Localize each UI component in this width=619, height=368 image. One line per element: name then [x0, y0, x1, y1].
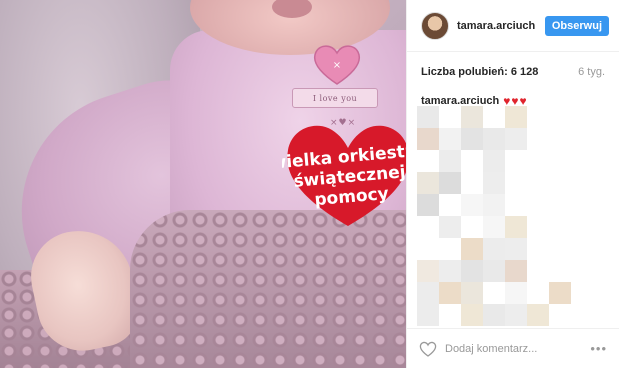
pixelated-comment-cell	[505, 106, 527, 128]
pixelated-comment-cell	[439, 150, 461, 172]
pixelated-comment-cell	[505, 238, 527, 260]
pixelated-comment-cell	[505, 260, 527, 282]
photo-knit-blanket	[130, 210, 406, 368]
pixelated-comment-cell	[461, 194, 483, 216]
pixelated-comment-cell	[417, 172, 439, 194]
pixelated-comment-cell	[461, 282, 483, 304]
svg-text:×: ×	[333, 60, 341, 71]
stats-row: Liczba polubień: 6 128 6 tyg.	[407, 52, 619, 78]
pixelated-comment-cell	[483, 216, 505, 238]
more-options-icon[interactable]: •••	[590, 341, 607, 356]
pixelated-comment-cell	[439, 172, 461, 194]
pixelated-comment-cell	[527, 304, 549, 326]
pixelated-comment-cell	[505, 282, 527, 304]
post-side-panel: tamara.arciuch Obserwuj Liczba polubień:…	[406, 0, 619, 368]
wosp-heart-badge: wielka orkiestra świątecznej pomocy	[282, 125, 406, 226]
pixelated-comment-cell	[505, 304, 527, 326]
post-photo[interactable]: × I love you ×♥× wielka orkiestra świąte…	[0, 0, 406, 368]
comment-bar: Dodaj komentarz... •••	[407, 328, 619, 368]
instagram-post: × I love you ×♥× wielka orkiestra świąte…	[0, 0, 619, 368]
caption: tamara.arciuch ♥♥♥	[407, 78, 619, 108]
likes-count[interactable]: Liczba polubień: 6 128	[421, 66, 538, 78]
pixelated-comment-cell	[461, 260, 483, 282]
pixelated-comment-cell	[439, 282, 461, 304]
pixelated-comment-cell	[439, 128, 461, 150]
pixelated-comment-cell	[483, 304, 505, 326]
pixelated-comment-cell	[417, 282, 439, 304]
pixelated-comment-cell	[439, 260, 461, 282]
pixelated-comment-cell	[483, 238, 505, 260]
pixelated-comment-cell	[461, 304, 483, 326]
pixelated-comment-cell	[461, 106, 483, 128]
pixelated-comment-cell	[549, 282, 571, 304]
pink-heart-applique-icon: ×	[313, 45, 361, 85]
comment-input[interactable]: Dodaj komentarz...	[445, 343, 590, 355]
post-time[interactable]: 6 tyg.	[578, 66, 605, 78]
pixelated-comment-cell	[483, 150, 505, 172]
photo-heart-tag: I love you	[292, 88, 378, 108]
pixelated-comment-cell	[417, 194, 439, 216]
header-username[interactable]: tamara.arciuch	[457, 20, 545, 32]
pixelated-comment-cell	[483, 194, 505, 216]
pixelated-comment-cell	[461, 128, 483, 150]
pixelated-comment-cell	[461, 238, 483, 260]
pixelated-comment-cell	[417, 128, 439, 150]
pixelated-comment-cell	[439, 216, 461, 238]
pixelated-comment-cell	[417, 304, 439, 326]
pixelated-comment-cell	[417, 106, 439, 128]
pixelated-comment-cell	[505, 128, 527, 150]
pixelated-comment-cell	[483, 260, 505, 282]
pixelated-comment-cell	[505, 216, 527, 238]
pixelated-comment-cell	[483, 128, 505, 150]
avatar[interactable]	[421, 11, 449, 40]
follow-button[interactable]: Obserwuj	[544, 15, 609, 36]
pixelated-comments	[417, 106, 607, 328]
post-header: tamara.arciuch Obserwuj	[407, 0, 619, 52]
heart-outline-icon[interactable]	[419, 341, 437, 357]
pixelated-comment-cell	[483, 172, 505, 194]
pixelated-comment-cell	[417, 260, 439, 282]
